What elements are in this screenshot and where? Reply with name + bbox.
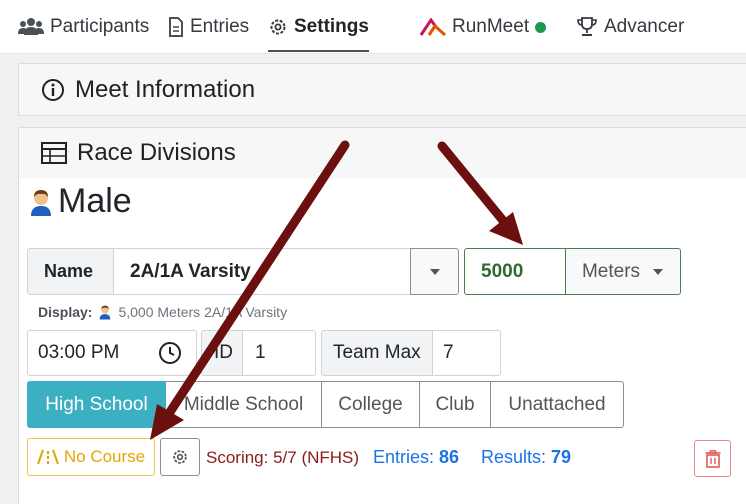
display-preview: Display: 5,000 Meters 2A/1A Varsity [38,304,287,320]
info-icon [42,78,64,101]
name-label: Name [27,248,114,295]
level-college[interactable]: College [322,381,420,428]
nav-participants[interactable]: Participants [18,0,149,54]
name-label-text: Name [44,261,94,281]
division-gender-heading: Male [28,182,132,221]
gear-icon [173,450,187,464]
division-name-input[interactable]: 2A/1A Varsity [113,248,411,295]
display-label: Display: [38,304,93,320]
race-divisions-title: Race Divisions [77,139,236,166]
level-button-group: High School Middle School College Club U… [27,381,624,428]
status-dot-icon [535,21,547,33]
id-input[interactable]: 1 [242,330,316,376]
level-label: Club [435,393,475,415]
users-icon [18,18,44,35]
level-label: College [338,393,403,415]
nav-entries-label: Entries [190,16,250,37]
nav-entries[interactable]: Entries [168,0,249,54]
meet-information-title: Meet Information [75,75,256,103]
nav-runmeet[interactable]: RunMeet [420,0,547,54]
level-label: High School [45,393,148,415]
division-name-value: 2A/1A Varsity [130,260,251,282]
level-unattached[interactable]: Unattached [491,381,624,428]
id-label-text: ID [214,342,233,363]
gender-label: Male [58,182,132,220]
male-avatar-icon [100,305,111,320]
id-label: ID [201,330,243,376]
scoring-text: Scoring: 5/7 (NFHS) [206,448,360,467]
level-middle-school[interactable]: Middle School [166,381,322,428]
race-divisions-header[interactable]: Race Divisions [18,127,746,179]
no-course-label: No Course [63,447,146,466]
nav-settings[interactable]: Settings [268,0,369,54]
trophy-icon [577,17,597,36]
id-value: 1 [255,342,266,363]
nav-runmeet-label: RunMeet [452,16,530,37]
entries-value: 86 [439,447,460,467]
team-max-input[interactable]: 7 [432,330,501,376]
document-icon [169,17,183,37]
entries-count-link[interactable]: Entries: 86 [373,447,459,468]
team-max-label-text: Team Max [333,342,421,363]
level-high-school[interactable]: High School [27,381,166,428]
level-label: Middle School [183,393,304,415]
team-max-value: 7 [443,342,454,363]
nav-advancer[interactable]: Advancer [576,0,684,54]
level-label: Unattached [508,393,606,415]
nav-advancer-label: Advancer [604,16,685,37]
entries-label: Entries: [373,447,435,467]
distance-value: 5000 [481,260,524,282]
caret-down-icon [653,268,664,275]
level-club[interactable]: Club [420,381,491,428]
meet-information-header[interactable]: Meet Information [18,63,746,116]
delete-division-button[interactable] [694,440,731,477]
road-icon [36,449,59,465]
clock-icon [159,342,181,364]
team-max-label: Team Max [321,330,433,376]
top-navigation: Participants Entries Settings RunMeet Ad… [0,0,746,54]
caret-down-icon [429,268,440,275]
results-value: 79 [551,447,572,467]
nav-participants-label: Participants [50,16,150,37]
male-avatar-icon [31,189,51,216]
start-time-value: 03:00 PM [38,342,120,363]
runmeet-logo-icon [420,18,446,36]
table-icon [41,142,67,164]
display-value: 5,000 Meters 2A/1A Varsity [118,304,288,320]
start-time-input[interactable]: 03:00 PM [27,330,197,376]
gear-icon [270,19,286,35]
trash-icon [705,449,720,468]
division-name-dropdown-button[interactable] [410,248,459,295]
distance-input[interactable]: 5000 [464,248,566,295]
nav-settings-label: Settings [294,16,369,37]
unit-value: Meters [581,260,641,282]
results-label: Results: [481,447,547,467]
no-course-button[interactable]: No Course [27,438,155,476]
scoring-settings-button[interactable] [160,438,200,476]
results-count-link[interactable]: Results: 79 [481,447,571,468]
unit-select[interactable]: Meters [565,248,681,295]
